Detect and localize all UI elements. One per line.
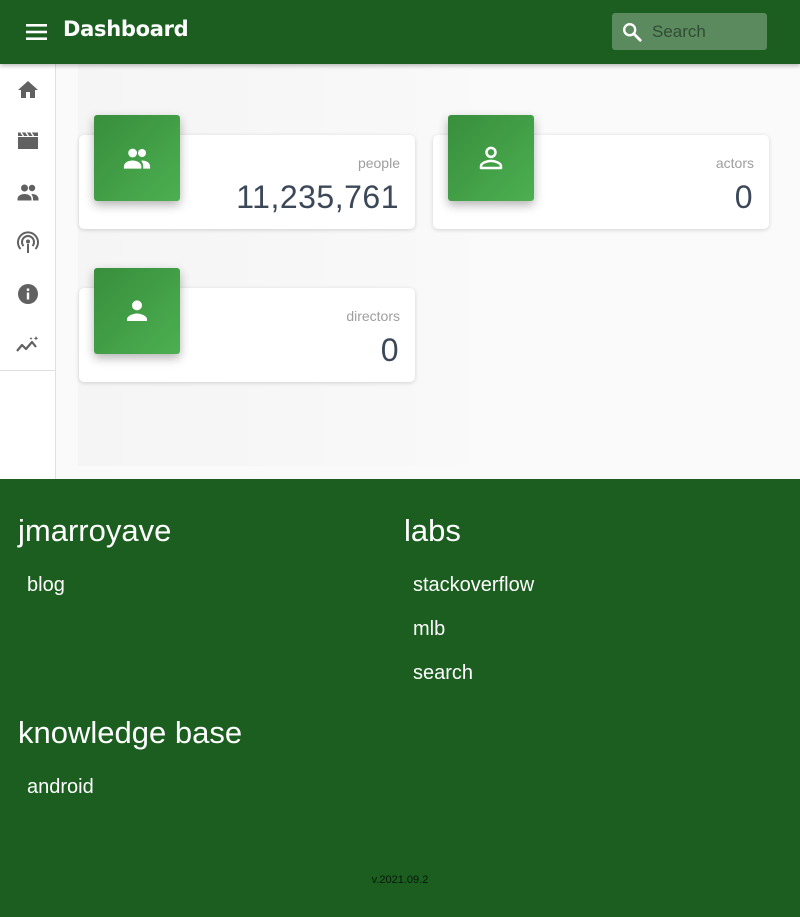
footer-heading-jmarroyave: jmarroyave	[18, 513, 172, 548]
version-label: v.2021.09.2	[371, 874, 429, 886]
info-icon	[17, 283, 38, 304]
home-icon	[17, 80, 38, 98]
card-label: actors	[715, 155, 754, 171]
search-input[interactable]	[652, 13, 762, 50]
footer-heading-knowledge-base: knowledge base	[18, 715, 243, 750]
card-label: people	[357, 155, 400, 171]
footer-link-stackoverflow[interactable]: stackoverflow	[413, 574, 534, 597]
footer-link-mlb[interactable]: mlb	[413, 618, 445, 641]
card-label: directors	[346, 308, 400, 324]
people-icon	[123, 148, 151, 169]
sidebar-item-podcasts[interactable]	[0, 217, 55, 268]
footer-link-blog[interactable]: blog	[27, 574, 65, 597]
card-icon-box	[448, 115, 534, 201]
podcast-icon	[16, 230, 39, 253]
sidebar	[0, 64, 56, 479]
card-value: 11,235,761	[236, 179, 399, 215]
card-value: 0	[380, 332, 399, 368]
sidebar-item-home[interactable]	[0, 64, 55, 115]
menu-icon[interactable]	[22, 20, 52, 44]
card-icon-box	[94, 268, 180, 354]
search-icon	[621, 21, 643, 48]
movie-icon	[17, 131, 38, 149]
main-content: people 11,235,761 actors 0 directors 0	[56, 64, 800, 479]
app-bar: Dashboard	[0, 0, 800, 64]
sidebar-item-trending[interactable]	[0, 319, 55, 370]
card-icon-box	[94, 115, 180, 201]
sidebar-nav-list	[0, 64, 55, 371]
search-box[interactable]	[612, 13, 767, 50]
sidebar-item-info[interactable]	[0, 268, 55, 319]
trending-icon	[15, 335, 38, 352]
footer-link-search[interactable]: search	[413, 662, 473, 685]
sidebar-item-movies[interactable]	[0, 115, 55, 166]
dashboard-panel: people 11,235,761 actors 0 directors 0	[78, 64, 800, 466]
sidebar-item-people[interactable]	[0, 166, 55, 217]
person-icon	[127, 300, 147, 321]
card-value: 0	[734, 179, 753, 215]
footer-heading-labs: labs	[404, 513, 461, 548]
footer-link-android[interactable]: android	[27, 776, 94, 799]
page-title: Dashboard	[63, 17, 189, 41]
footer: jmarroyave blog labs stackoverflow mlb s…	[0, 479, 800, 917]
people-icon	[17, 184, 38, 200]
person-outline-icon	[479, 146, 503, 170]
